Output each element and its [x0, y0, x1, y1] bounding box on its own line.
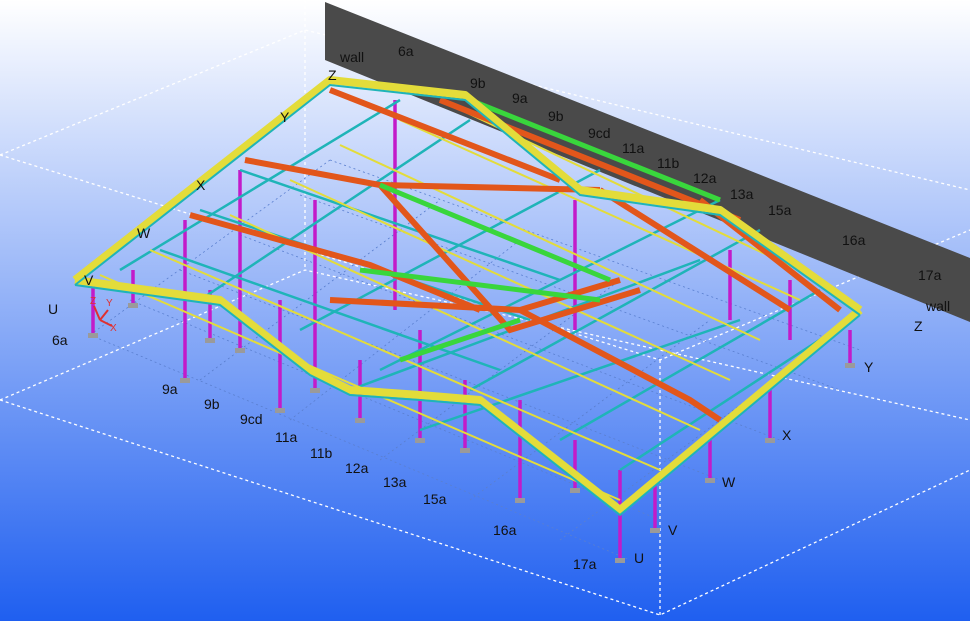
row-label-left-0: Z — [328, 67, 337, 83]
grid-label-front-10: 17a — [573, 556, 597, 572]
grid-label-back-7: 12a — [693, 170, 717, 186]
grid-label-front-6: 12a — [345, 460, 369, 476]
row-label-left-3: W — [137, 225, 151, 241]
row-label-right-2: X — [782, 427, 792, 443]
row-label-left-5: U — [48, 301, 58, 317]
row-label-left-1: Y — [280, 109, 290, 125]
grid-label-back-0: 6a — [398, 43, 414, 59]
grid-label-back-6: 11b — [657, 155, 680, 171]
grid-label-back-11: 17a — [918, 267, 942, 283]
grid-label-front-8: 15a — [423, 491, 447, 507]
wall-label-top: wall — [339, 49, 364, 65]
row-label-right-4: V — [668, 522, 678, 538]
row-label-right-5: U — [634, 550, 644, 566]
row-label-left-4: V — [84, 272, 94, 288]
grid-label-front-1: 9a — [162, 381, 178, 397]
3d-model-viewport[interactable]: 6a 9b 9a 9b 9cd 11a 11b 12a 13a 15a 16a … — [0, 0, 970, 621]
grid-label-back-3: 9b — [548, 108, 564, 124]
grid-label-back-4: 9cd — [588, 125, 611, 141]
grid-label-front-5: 11b — [310, 445, 333, 461]
grid-label-back-1: 9b — [470, 75, 486, 91]
grid-label-back-9: 15a — [768, 202, 792, 218]
grid-label-back-8: 13a — [730, 186, 754, 202]
axis-z-label: Z — [90, 296, 96, 307]
grid-label-front-3: 9cd — [240, 411, 263, 427]
axis-y-label: Y — [106, 298, 113, 309]
wall-label-right: wall — [925, 298, 950, 314]
row-label-right-0: Z — [914, 318, 923, 334]
grid-label-back-2: 9a — [512, 90, 528, 106]
grid-label-back-5: 11a — [622, 140, 645, 156]
row-label-left-2: X — [196, 177, 206, 193]
row-label-right-3: W — [722, 474, 736, 490]
grid-label-front-0: 6a — [52, 332, 68, 348]
structural-model-scene[interactable]: 6a 9b 9a 9b 9cd 11a 11b 12a 13a 15a 16a … — [0, 0, 970, 621]
grid-label-front-9: 16a — [493, 522, 517, 538]
grid-label-front-7: 13a — [383, 474, 407, 490]
grid-label-front-2: 9b — [204, 396, 220, 412]
row-label-right-1: Y — [864, 359, 874, 375]
axis-x-label: X — [110, 323, 117, 334]
grid-label-front-4: 11a — [275, 429, 298, 445]
grid-label-back-10: 16a — [842, 232, 866, 248]
